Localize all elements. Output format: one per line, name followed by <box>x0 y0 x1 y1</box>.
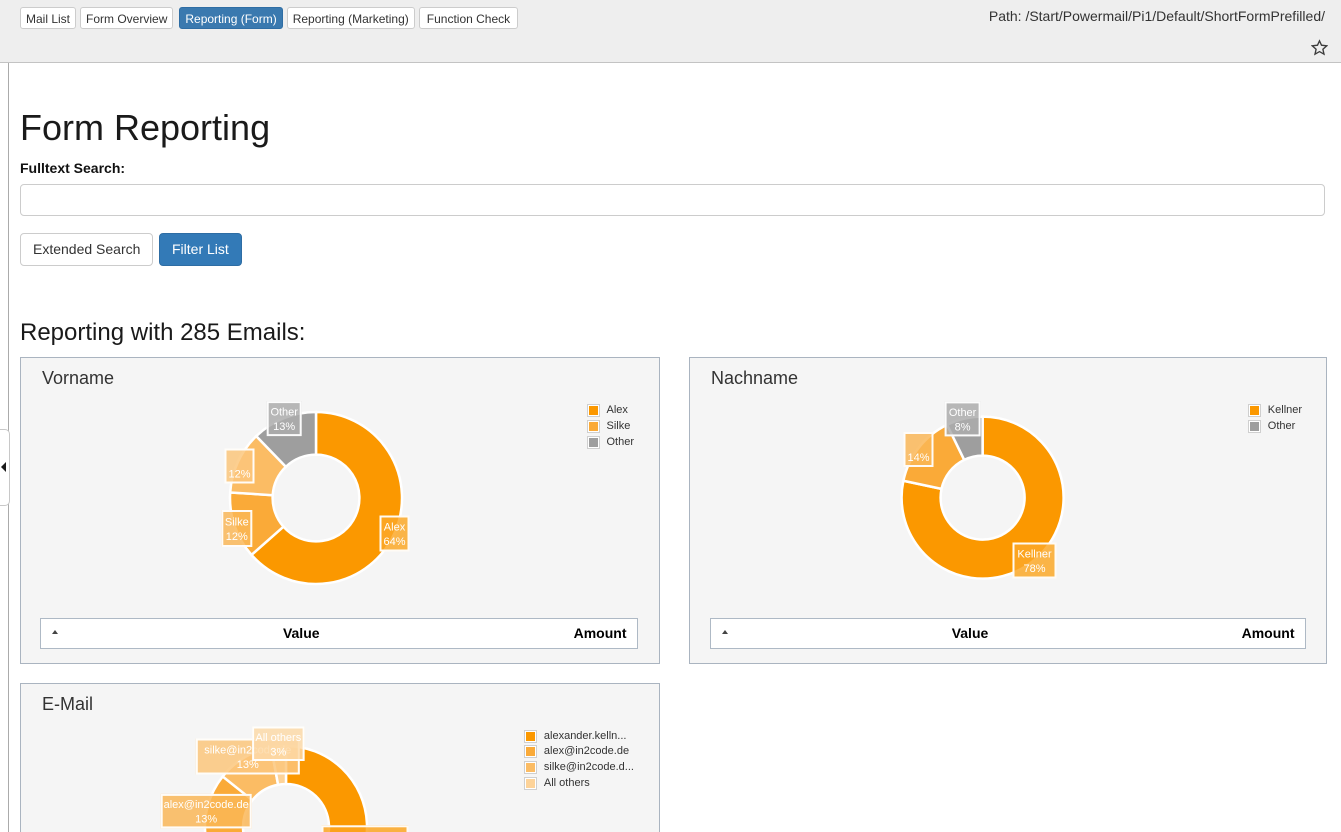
svg-text:Alex: Alex <box>384 522 406 534</box>
svg-text:Kellner: Kellner <box>1017 549 1052 561</box>
svg-text:12%: 12% <box>226 531 248 543</box>
svg-text:8%: 8% <box>955 421 971 433</box>
svg-text:14%: 14% <box>907 452 929 464</box>
svg-text:Other: Other <box>949 407 977 419</box>
svg-text:3%: 3% <box>270 746 286 758</box>
svg-text:78%: 78% <box>1023 563 1045 575</box>
svg-text:alex@in2code.de: alex@in2code.de <box>164 799 249 811</box>
svg-text:13%: 13% <box>273 421 295 433</box>
svg-text:64%: 64% <box>383 536 405 548</box>
svg-text:12%: 12% <box>228 469 250 481</box>
svg-text:Silke: Silke <box>225 517 249 529</box>
svg-text:Other: Other <box>270 407 298 419</box>
svg-text:13%: 13% <box>195 814 217 826</box>
svg-text:All others: All others <box>255 732 301 744</box>
